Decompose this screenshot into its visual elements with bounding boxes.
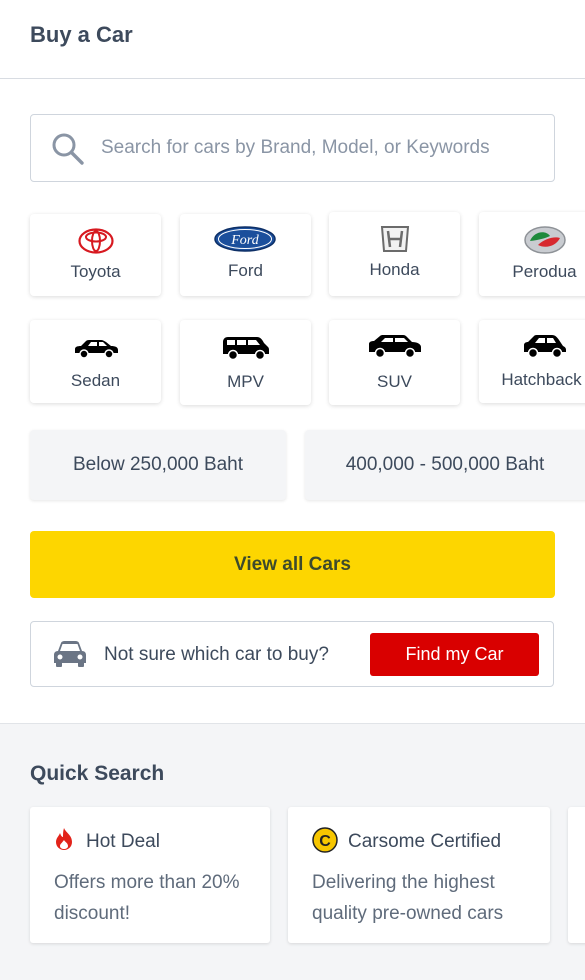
fire-icon — [56, 828, 72, 850]
brand-label: Perodua — [512, 262, 577, 281]
suv-icon — [369, 335, 421, 358]
search-icon — [52, 133, 84, 165]
brand-card-perodua[interactable]: Perodua — [479, 212, 585, 296]
carsome-certified-icon: C — [312, 827, 338, 853]
brand-card-toyota[interactable]: Toyota — [30, 214, 161, 296]
view-all-cars-button[interactable]: View all Cars — [30, 531, 555, 598]
quick-search-section: Quick Search Hot Deal Offers more than 2… — [0, 723, 585, 980]
quick-search-card-carsome-certified[interactable]: C Carsome Certified Delivering the highe… — [288, 807, 550, 943]
price-range-label: Below 250,000 Baht — [72, 454, 244, 475]
svg-text:C: C — [319, 833, 331, 850]
perodua-logo-icon — [524, 226, 566, 254]
price-range-label: 400,000 - 500,000 Baht — [345, 454, 545, 475]
svg-text:Ford: Ford — [230, 233, 259, 248]
quick-search-card-partial[interactable] — [568, 807, 585, 943]
price-range-below-250k[interactable]: Below 250,000 Baht — [30, 430, 286, 500]
brand-label: Ford — [228, 261, 263, 280]
body-type-card-suv[interactable]: SUV — [329, 320, 460, 405]
brand-card-honda[interactable]: Honda — [329, 212, 460, 296]
body-type-label: Sedan — [70, 371, 121, 390]
quick-search-card-hot-deal[interactable]: Hot Deal Offers more than 20% discount! — [30, 807, 270, 943]
sedan-icon — [75, 340, 118, 359]
quick-search-card-title: Carsome Certified — [348, 831, 502, 852]
search-input[interactable] — [101, 125, 546, 171]
car-finder-banner: Not sure which car to buy? Find my Car — [30, 621, 554, 687]
body-type-label: MPV — [227, 372, 264, 391]
body-type-label: SUV — [377, 372, 412, 391]
price-range-400k-500k[interactable]: 400,000 - 500,000 Baht — [305, 430, 585, 500]
search-box[interactable] — [30, 114, 555, 182]
body-type-card-mpv[interactable]: MPV — [180, 320, 311, 405]
mpv-icon — [223, 337, 269, 360]
car-finder-question: Not sure which car to buy? — [104, 644, 329, 665]
ford-logo-icon: Ford — [214, 226, 276, 252]
quick-search-title: Quick Search — [30, 762, 165, 785]
find-my-car-button[interactable]: Find my Car — [370, 633, 539, 676]
brand-label: Honda — [369, 260, 420, 279]
page-title: Buy a Car — [30, 22, 133, 47]
quick-search-card-desc: Offers more than 20% discount! — [54, 872, 240, 924]
brand-label: Toyota — [70, 262, 121, 281]
brand-card-ford[interactable]: Ford Ford — [180, 214, 311, 296]
quick-search-card-title: Hot Deal — [86, 831, 160, 852]
car-front-icon — [54, 641, 86, 667]
hatchback-icon — [524, 335, 566, 358]
honda-logo-icon — [380, 226, 410, 252]
header: Buy a Car — [0, 0, 585, 79]
quick-search-card-desc: Delivering the highest quality pre-owned… — [312, 872, 504, 924]
toyota-logo-icon — [78, 228, 114, 254]
body-type-card-hatchback[interactable]: Hatchback — [479, 320, 585, 403]
body-type-card-sedan[interactable]: Sedan — [30, 320, 161, 403]
body-type-label: Hatchback — [501, 370, 582, 389]
